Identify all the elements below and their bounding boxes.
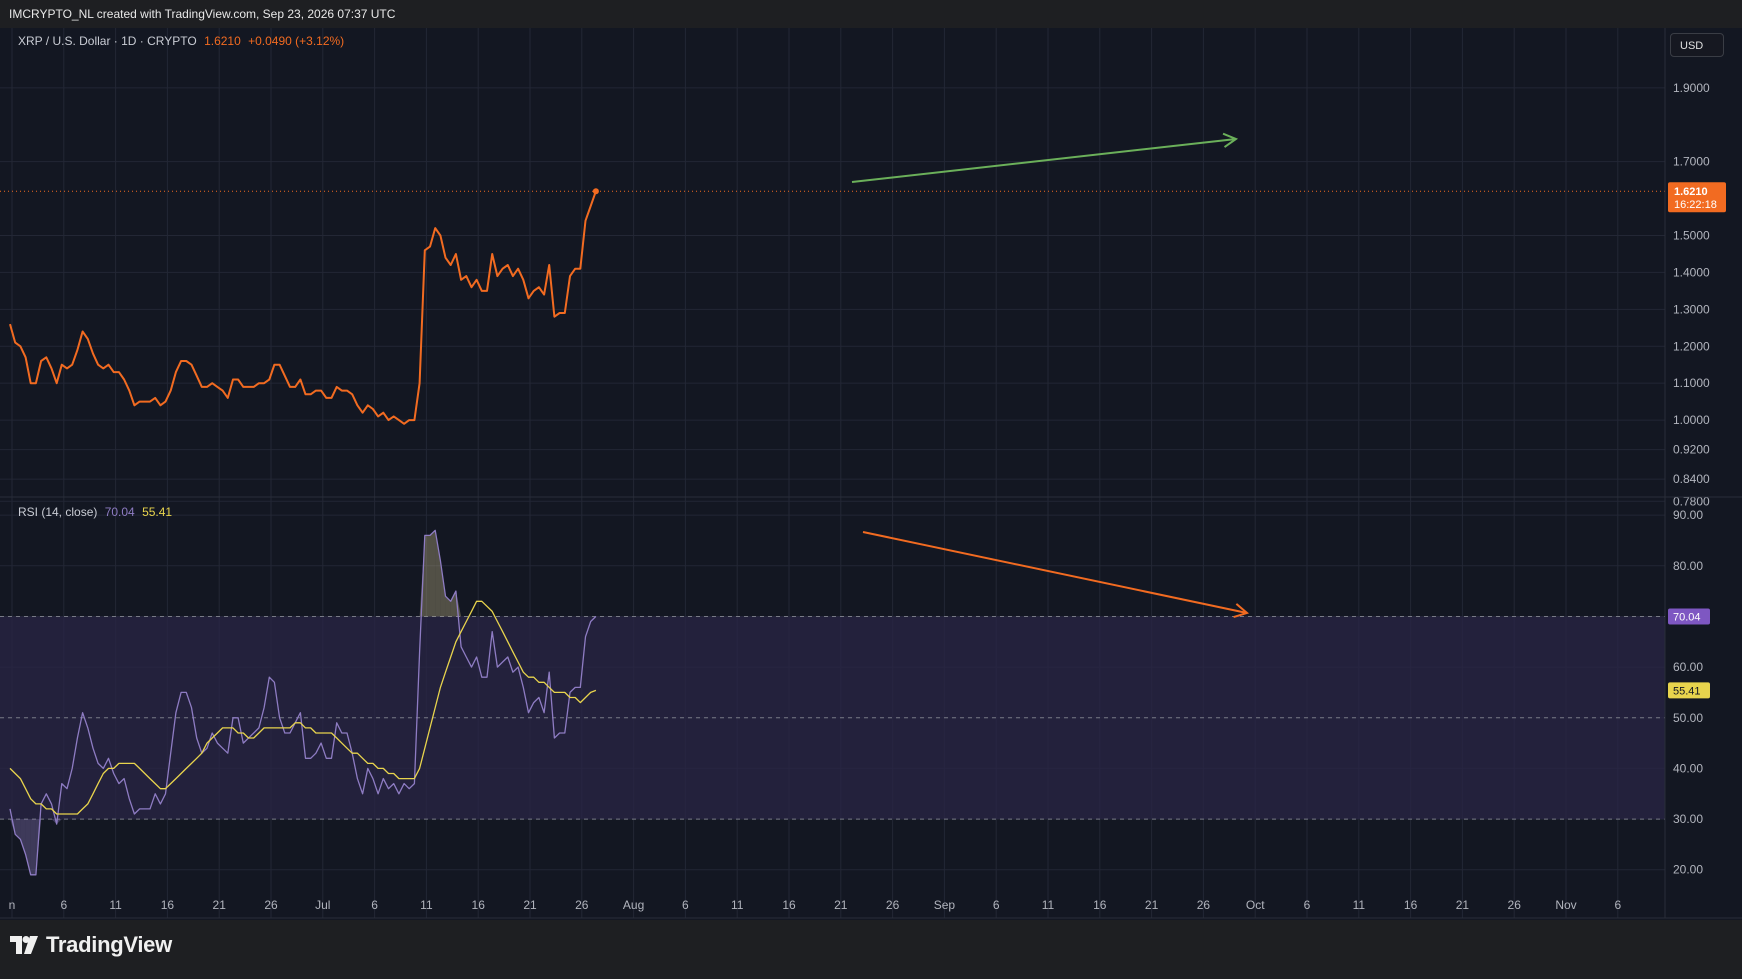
x-tick-label: Aug bbox=[623, 898, 644, 912]
price-tick-label: 1.1000 bbox=[1673, 376, 1710, 390]
chart-credit: IMCRYPTO_NL created with TradingView.com… bbox=[9, 7, 396, 21]
x-tick-label: 16 bbox=[1093, 898, 1107, 912]
x-tick-label: 26 bbox=[1197, 898, 1211, 912]
change-label: +0.0490 (+3.12%) bbox=[248, 34, 345, 48]
rsi-badge-value: 70.04 bbox=[1673, 611, 1701, 623]
tradingview-logo[interactable]: TradingView bbox=[10, 932, 172, 958]
x-tick-label: 21 bbox=[1145, 898, 1159, 912]
x-tick-label: 16 bbox=[782, 898, 796, 912]
x-tick-label: Oct bbox=[1246, 898, 1265, 912]
x-tick-label: 26 bbox=[575, 898, 589, 912]
x-tick-label: 21 bbox=[1456, 898, 1470, 912]
main-legend: XRP / U.S. Dollar · 1D · CRYPTO 1.6210 +… bbox=[18, 34, 348, 48]
last-price-label: 1.6210 bbox=[204, 34, 241, 48]
price-tick-label: 0.7800 bbox=[1673, 494, 1710, 508]
ma-badge-value: 55.41 bbox=[1673, 685, 1701, 697]
x-tick-label: n bbox=[9, 898, 16, 912]
x-tick-label: 6 bbox=[682, 898, 689, 912]
rsi-tick-label: 50.00 bbox=[1673, 711, 1703, 725]
x-tick-label: 16 bbox=[1404, 898, 1418, 912]
x-tick-label: 16 bbox=[472, 898, 486, 912]
x-tick-label: 26 bbox=[886, 898, 900, 912]
price-badge-value: 1.6210 bbox=[1674, 186, 1708, 198]
x-tick-label: 21 bbox=[213, 898, 227, 912]
price-tick-label: 1.5000 bbox=[1673, 229, 1710, 243]
x-tick-label: 6 bbox=[1614, 898, 1621, 912]
x-tick-label: 26 bbox=[1508, 898, 1522, 912]
price-tick-label: 1.3000 bbox=[1673, 302, 1710, 316]
rsi-tick-label: 40.00 bbox=[1673, 761, 1703, 775]
tradingview-logo-icon bbox=[10, 936, 38, 954]
x-tick-label: 11 bbox=[1353, 898, 1366, 912]
rsi-tick-label: 90.00 bbox=[1673, 508, 1703, 522]
oversold-fill-segment bbox=[30, 819, 36, 875]
overbought-fill-segment bbox=[429, 530, 436, 617]
brand-name: TradingView bbox=[46, 932, 172, 957]
price-tick-label: 1.7000 bbox=[1673, 155, 1710, 169]
x-tick-label: 11 bbox=[109, 898, 122, 912]
rsi-ma-label: 55.41 bbox=[142, 505, 173, 519]
x-tick-label: Nov bbox=[1555, 898, 1576, 912]
x-tick-label: 6 bbox=[60, 898, 67, 912]
x-tick-label: 6 bbox=[993, 898, 1000, 912]
rsi-value-label: 70.04 bbox=[104, 505, 135, 519]
price-badge-countdown: 16:22:18 bbox=[1674, 199, 1717, 211]
rsi-name-label: RSI (14, close) bbox=[18, 505, 98, 519]
footer: TradingView bbox=[0, 920, 1742, 979]
price-tick-label: 1.9000 bbox=[1673, 81, 1710, 95]
overbought-fill-segment bbox=[424, 535, 430, 617]
x-tick-label: 6 bbox=[371, 898, 378, 912]
x-tick-label: 16 bbox=[161, 898, 175, 912]
x-tick-label: 11 bbox=[420, 898, 433, 912]
currency-button[interactable]: USD bbox=[1670, 33, 1724, 57]
price-tick-label: 1.2000 bbox=[1673, 339, 1710, 353]
rsi-legend: RSI (14, close) 70.04 55.41 bbox=[18, 505, 176, 519]
x-tick-label: 21 bbox=[834, 898, 848, 912]
rsi-tick-label: 60.00 bbox=[1673, 660, 1703, 674]
top-bar: IMCRYPTO_NL created with TradingView.com… bbox=[0, 0, 1742, 28]
price-tick-label: 1.4000 bbox=[1673, 265, 1710, 279]
x-tick-label: 6 bbox=[1304, 898, 1311, 912]
symbol-label: XRP / U.S. Dollar · 1D · CRYPTO bbox=[18, 34, 197, 48]
x-tick-label: 26 bbox=[264, 898, 278, 912]
price-tick-label: 0.8400 bbox=[1673, 472, 1710, 486]
price-tick-label: 0.9200 bbox=[1673, 443, 1710, 457]
rsi-tick-label: 80.00 bbox=[1673, 559, 1703, 573]
x-tick-label: 11 bbox=[731, 898, 744, 912]
x-tick-label: 21 bbox=[523, 898, 537, 912]
rsi-tick-label: 30.00 bbox=[1673, 812, 1703, 826]
last-price-dot bbox=[592, 188, 599, 195]
rsi-tick-label: 20.00 bbox=[1673, 863, 1703, 877]
price-tick-label: 1.0000 bbox=[1673, 413, 1710, 427]
chart-area[interactable]: n 6 11 16 21 26 Jul 6 11 16 21 26 Aug 6 11 16 21 26 Sep 6 11… bbox=[0, 28, 1742, 920]
x-tick-label: Jul bbox=[315, 898, 330, 912]
x-tick-label: Sep bbox=[934, 898, 956, 912]
x-tick-label: 11 bbox=[1042, 898, 1055, 912]
